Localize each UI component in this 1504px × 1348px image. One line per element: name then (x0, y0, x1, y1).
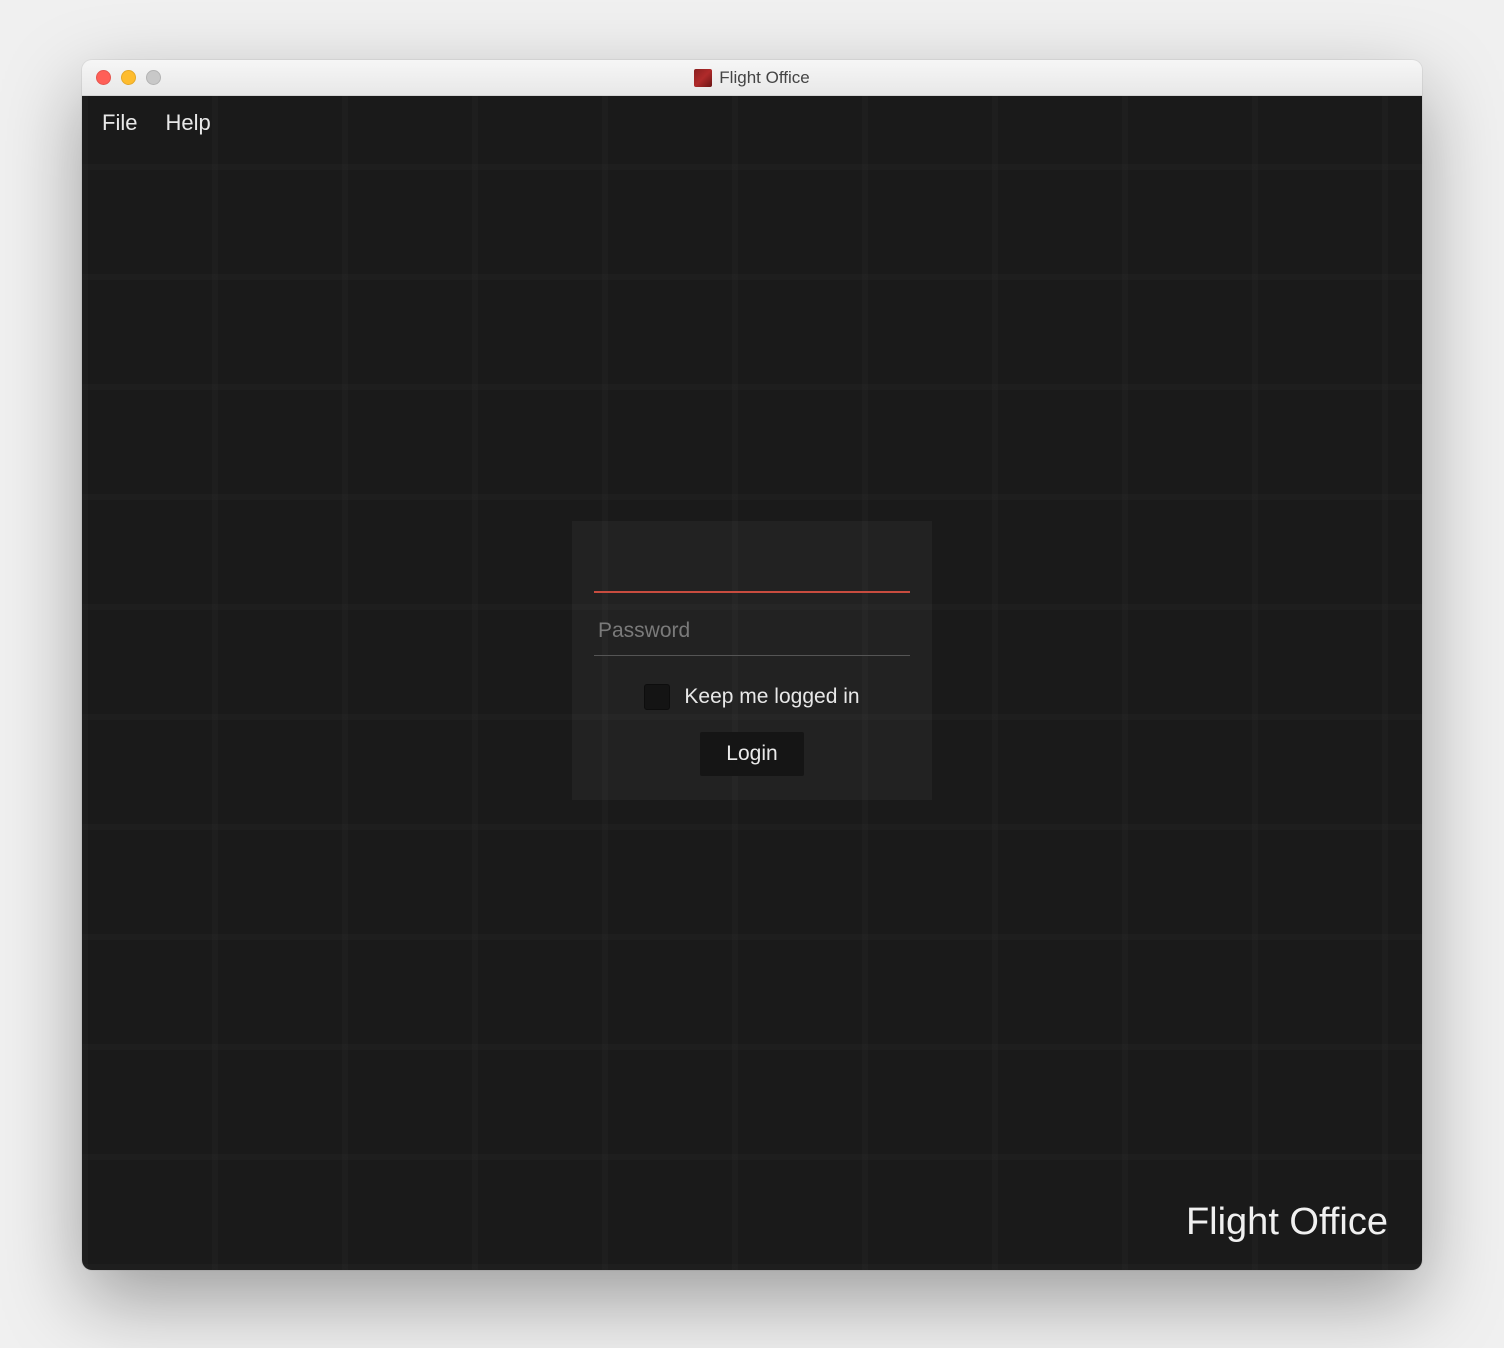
login-button[interactable]: Login (700, 732, 803, 776)
minimize-window-button[interactable] (121, 70, 136, 85)
menu-item-help[interactable]: Help (165, 110, 210, 136)
app-window: Flight Office File Help Keep me logged i… (82, 60, 1422, 1270)
window-title: Flight Office (82, 68, 1422, 88)
window-title-text: Flight Office (719, 68, 809, 88)
content-area: File Help Keep me logged in Login Flight… (82, 96, 1422, 1270)
maximize-window-button[interactable] (146, 70, 161, 85)
keep-logged-in-row: Keep me logged in (594, 684, 910, 710)
close-window-button[interactable] (96, 70, 111, 85)
main-area: Keep me logged in Login (82, 150, 1422, 1270)
traffic-lights (82, 70, 161, 85)
menu-bar: File Help (82, 96, 1422, 150)
username-field[interactable] (594, 543, 910, 593)
title-bar: Flight Office (82, 60, 1422, 96)
app-icon (694, 69, 712, 87)
brand-label: Flight Office (1186, 1201, 1388, 1244)
keep-logged-in-label: Keep me logged in (684, 685, 859, 709)
keep-logged-in-checkbox[interactable] (644, 684, 670, 710)
menu-item-file[interactable]: File (102, 110, 137, 136)
password-field[interactable] (594, 607, 910, 656)
login-panel: Keep me logged in Login (572, 521, 932, 800)
